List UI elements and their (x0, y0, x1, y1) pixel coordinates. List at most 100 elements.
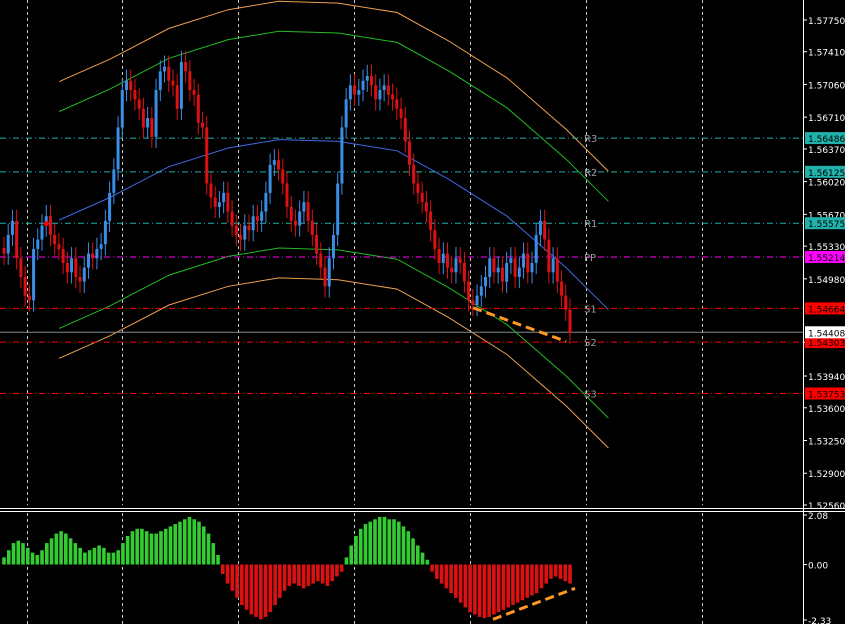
candle-body (40, 225, 44, 240)
histogram-bar (525, 564, 529, 598)
candle-body (386, 85, 390, 95)
candle-body (458, 258, 462, 263)
candle-body (86, 253, 90, 268)
pivot-price-label: 1.53753 (808, 391, 845, 401)
histogram-bar (87, 550, 92, 565)
histogram-bar (197, 521, 201, 565)
trading-chart: R3 R2 R1 PP S1 S2 S3 1.57750 1.57410 1.57060 1.56… (0, 0, 845, 624)
histogram-bar (320, 564, 325, 584)
candle-body (365, 76, 369, 81)
candle-body (171, 80, 175, 86)
histogram-bar (325, 564, 330, 586)
histogram-bar (102, 547, 106, 565)
osc-tick-label: 0.00 (808, 562, 828, 572)
histogram-bar (396, 521, 401, 565)
candle-body (184, 62, 188, 72)
histogram-bar (520, 564, 525, 601)
histogram-bar (339, 564, 344, 572)
histogram-bar (349, 545, 354, 565)
candle-body (2, 247, 6, 254)
histogram-bar (244, 564, 249, 610)
histogram-bar (125, 535, 130, 565)
candle-body (120, 90, 124, 128)
candle-body (222, 192, 226, 203)
histogram-bar (435, 564, 439, 579)
candle-body (568, 309, 572, 334)
candle-body (522, 253, 526, 268)
histogram-bar (487, 564, 491, 617)
candle-body (391, 94, 395, 100)
histogram-bar (206, 533, 211, 565)
candle-body (395, 99, 399, 109)
histogram-bar (544, 564, 549, 584)
candle-body (141, 108, 145, 128)
histogram-bar (78, 547, 82, 565)
candle-body (48, 216, 52, 235)
candle-body (112, 169, 116, 193)
pivot-name-s2: S2 (584, 338, 597, 349)
candle-body (543, 220, 547, 240)
histogram-bar (240, 564, 244, 605)
current-price-label: 1.54408 (808, 329, 845, 339)
candle-body (247, 225, 251, 231)
price-pane: R3 R2 R1 PP S1 S2 S3 (0, 0, 803, 505)
candle-body (484, 276, 488, 287)
candle-body (382, 85, 386, 91)
histogram-bar (282, 564, 287, 591)
candle-body (285, 183, 289, 207)
candle-body (336, 183, 340, 235)
candle-body (260, 211, 264, 221)
histogram-bar (168, 526, 173, 565)
candle-body (201, 122, 205, 128)
candle-body (462, 262, 466, 282)
candle-body (272, 160, 276, 165)
candle-body (19, 258, 23, 277)
candle-body (530, 262, 534, 273)
histogram-bar (220, 564, 225, 575)
candle-body (188, 71, 192, 91)
histogram-bar (382, 516, 387, 565)
histogram-bar (287, 564, 292, 586)
candle-body (560, 281, 564, 296)
candle-body (243, 225, 247, 240)
candle-body (500, 267, 504, 282)
histogram-bar (25, 547, 30, 565)
candle-body (467, 281, 471, 301)
candle-body (492, 258, 496, 273)
candle-body (239, 234, 243, 240)
candle-body (369, 76, 373, 86)
candle-body (6, 234, 10, 254)
histogram-bar (140, 528, 144, 565)
candle-body (293, 220, 297, 226)
histogram-bar (163, 528, 168, 565)
histogram-bar (401, 526, 406, 565)
candle-body (378, 90, 382, 100)
candle-body (230, 211, 234, 226)
candle-body (91, 253, 95, 259)
histogram-bar (83, 552, 87, 565)
histogram-bar (59, 531, 63, 565)
candle-body (154, 90, 158, 137)
candle-body (526, 253, 530, 273)
histogram-bar (473, 564, 477, 615)
histogram-bar (192, 519, 197, 565)
histogram-bar (201, 526, 206, 565)
histogram-bar (463, 564, 468, 608)
candle-body (551, 258, 555, 273)
candle-body (133, 90, 137, 100)
histogram-bar (316, 564, 320, 582)
tick-label: 1.56020 (808, 179, 845, 189)
candle-body (331, 234, 335, 259)
candle-body (234, 225, 238, 235)
histogram-bar (259, 564, 263, 620)
histogram-bar (330, 564, 334, 582)
candle-body (374, 85, 378, 100)
histogram-bar (11, 543, 16, 565)
candle-body (78, 276, 82, 282)
histogram-bar (501, 564, 506, 610)
histogram-bar (411, 538, 415, 565)
histogram-bar (568, 564, 572, 584)
candle-body (277, 160, 281, 170)
candle-body (454, 258, 458, 273)
candle-body (340, 127, 344, 184)
